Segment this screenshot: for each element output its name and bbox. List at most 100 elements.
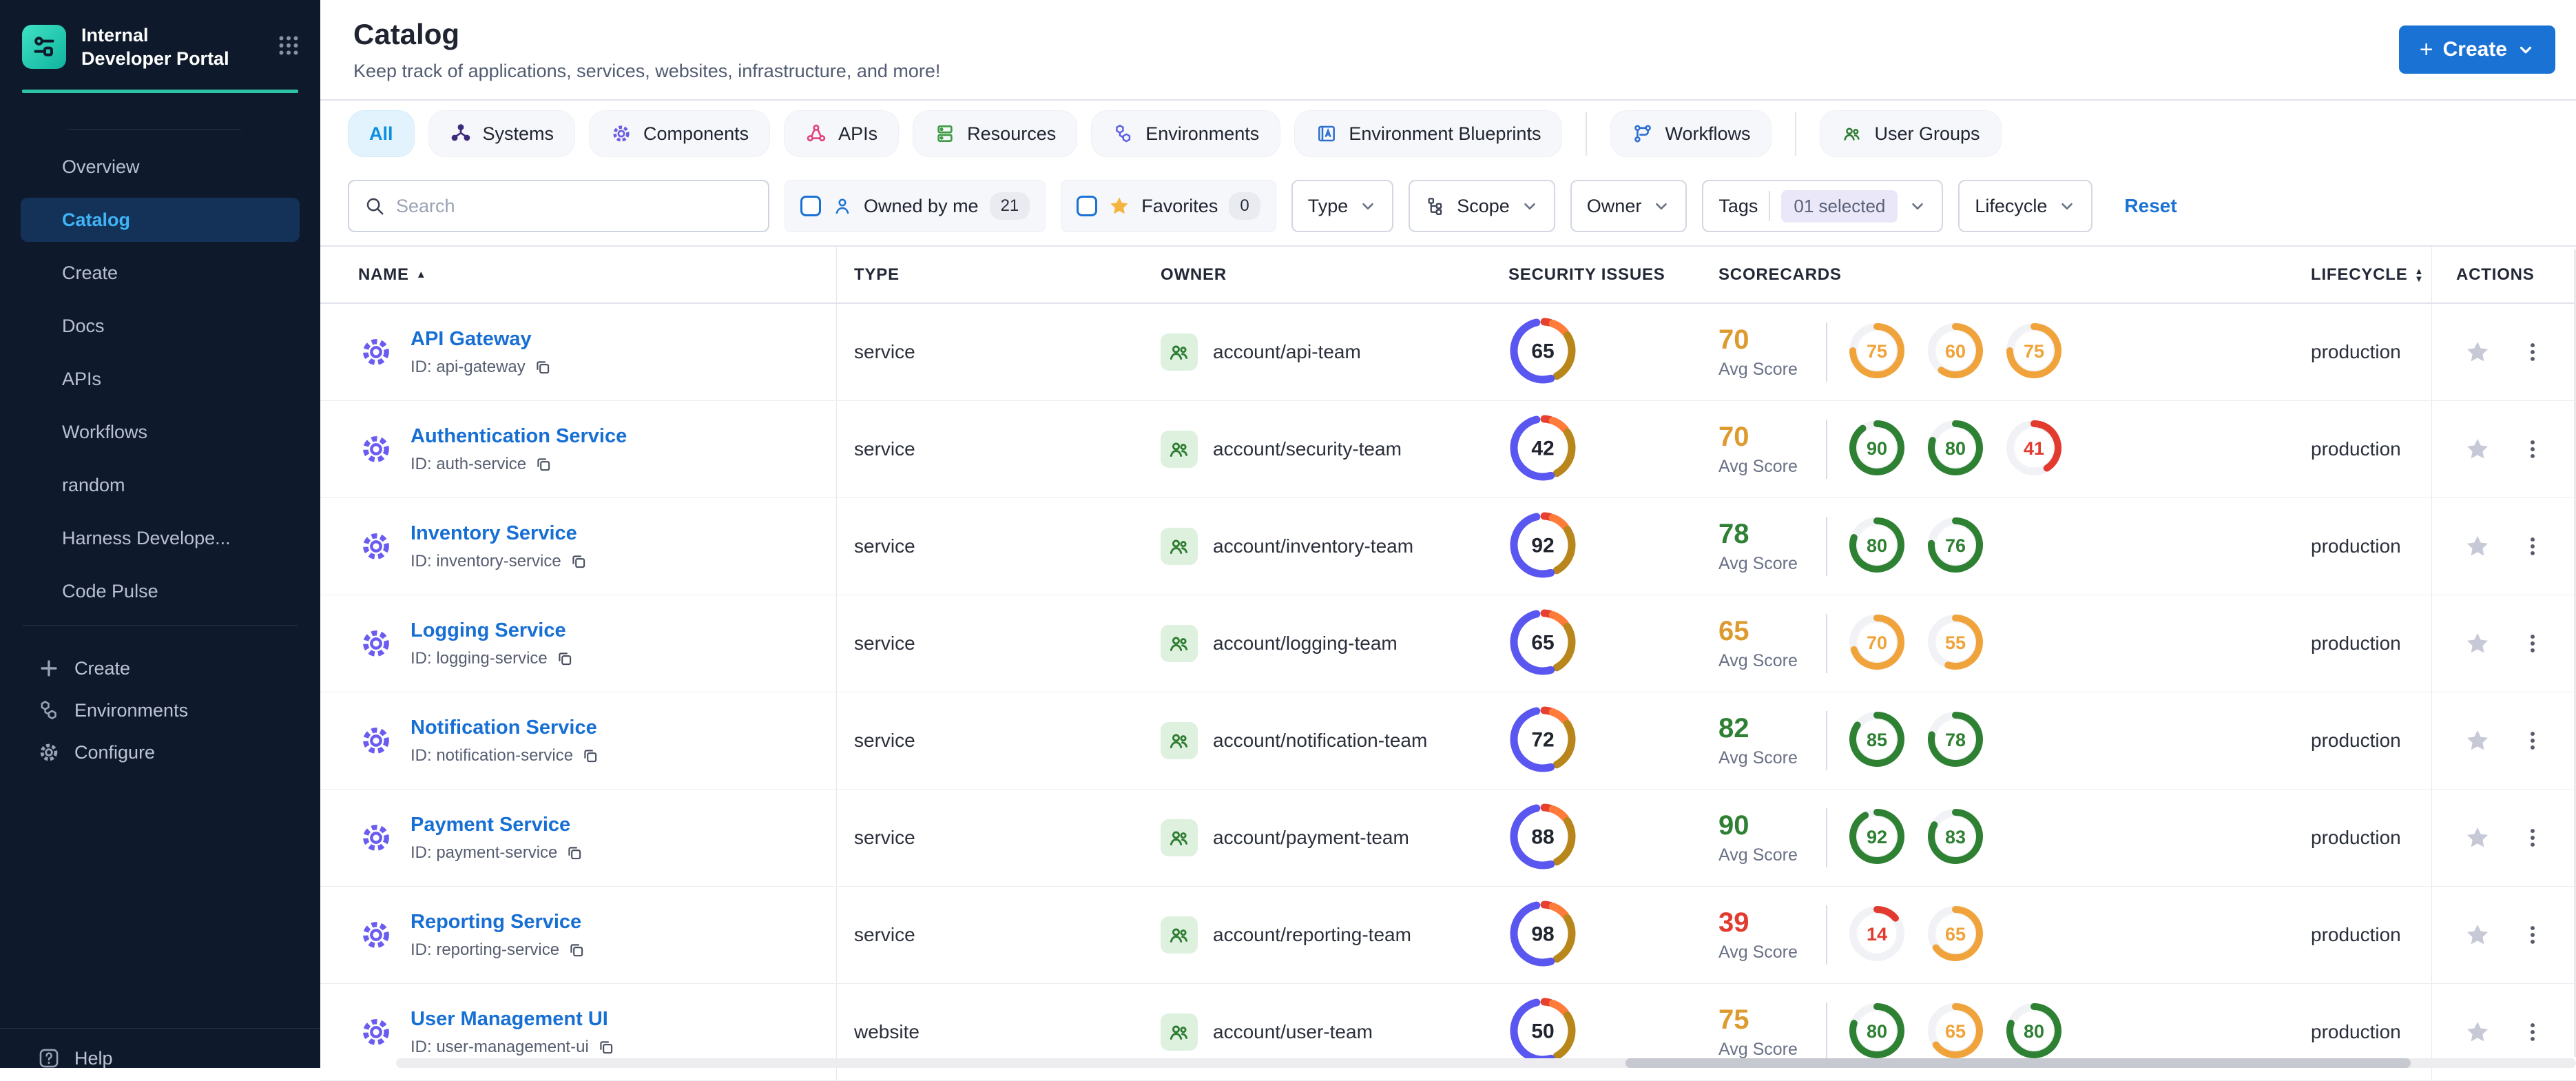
tab-user-groups[interactable]: User Groups — [1820, 110, 2002, 157]
kebab-menu-icon[interactable] — [2521, 826, 2544, 850]
filter-dropdown-lifecycle[interactable]: Lifecycle — [1958, 180, 2093, 232]
column-header-label: ACTIONS — [2456, 265, 2535, 284]
svg-text:85: 85 — [1867, 730, 1887, 750]
svg-text:65: 65 — [1945, 924, 1966, 945]
tab-all[interactable]: All — [348, 110, 415, 157]
component-gear-icon — [358, 626, 394, 661]
entity-name-link[interactable]: Reporting Service — [411, 911, 585, 934]
favorite-star-icon[interactable] — [2464, 728, 2491, 754]
favorite-star-icon[interactable] — [2464, 533, 2491, 559]
lifecycle-value: production — [2311, 1021, 2401, 1042]
owner-cell: account/security-team — [1143, 401, 1488, 497]
search-icon — [364, 196, 385, 216]
owned-by-me-filter[interactable]: Owned by me 21 — [785, 180, 1046, 232]
sidebar-item-help[interactable]: Help — [0, 1028, 320, 1068]
sidebar-item-random[interactable]: random — [21, 463, 300, 507]
copy-icon[interactable] — [597, 1038, 615, 1056]
favorite-star-icon[interactable] — [2464, 436, 2491, 462]
kebab-menu-icon[interactable] — [2521, 437, 2544, 461]
sidebar-item-apis[interactable]: APIs — [21, 357, 300, 401]
favorite-star-icon[interactable] — [2464, 825, 2491, 851]
divider — [1826, 517, 1827, 576]
avg-score-value: 70 — [1718, 422, 1749, 452]
sidebar-item-overview[interactable]: Overview — [21, 145, 300, 189]
kebab-menu-icon[interactable] — [2521, 1020, 2544, 1044]
tab-components[interactable]: Components — [589, 110, 771, 157]
entity-id-text: ID: reporting-service — [411, 940, 560, 959]
copy-icon[interactable] — [534, 358, 552, 376]
svg-text:90: 90 — [1867, 438, 1887, 459]
entity-name-link[interactable]: Notification Service — [411, 717, 599, 739]
sidebar-item-environments[interactable]: Environments — [21, 691, 300, 730]
divider — [1826, 808, 1827, 867]
column-header-owner: OWNER — [1143, 247, 1488, 302]
scorecards-cell: 39 Avg Score 14 65 — [1701, 887, 2294, 983]
copy-icon[interactable] — [534, 455, 552, 473]
kebab-menu-icon[interactable] — [2521, 535, 2544, 558]
owned-by-me-count: 21 — [989, 192, 1030, 220]
favorite-star-icon[interactable] — [2464, 1019, 2491, 1045]
sidebar-item-create[interactable]: Create — [21, 251, 300, 295]
avg-score-label: Avg Score — [1718, 943, 1798, 962]
sidebar-item-docs[interactable]: Docs — [21, 304, 300, 348]
sidebar-item-catalog[interactable]: Catalog — [21, 198, 300, 242]
entity-name-link[interactable]: Authentication Service — [411, 425, 627, 448]
horizontal-scrollbar-thumb[interactable] — [1625, 1058, 2411, 1068]
copy-icon[interactable] — [581, 747, 599, 765]
favorite-star-icon[interactable] — [2464, 922, 2491, 948]
favorite-star-icon[interactable] — [2464, 630, 2491, 657]
entity-name-link[interactable]: User Management UI — [411, 1008, 615, 1031]
favorites-filter[interactable]: Favorites 0 — [1061, 180, 1276, 232]
favorite-star-icon[interactable] — [2464, 339, 2491, 365]
sidebar-item-code-pulse[interactable]: Code Pulse — [21, 569, 300, 613]
copy-icon[interactable] — [556, 650, 574, 668]
filter-dropdown-owner[interactable]: Owner — [1570, 180, 1687, 232]
tab-environments[interactable]: Environments — [1091, 110, 1281, 157]
entity-name-link[interactable]: Payment Service — [411, 814, 583, 836]
sidebar-item-workflows[interactable]: Workflows — [21, 410, 300, 454]
column-header-label: SCORECARDS — [1718, 265, 1842, 284]
filter-dropdown-type[interactable]: Type — [1291, 180, 1394, 232]
create-button[interactable]: + Create — [2398, 25, 2555, 74]
tab-environment-blueprints[interactable]: Environment Blueprints — [1294, 110, 1563, 157]
tab-workflows[interactable]: Workflows — [1610, 110, 1772, 157]
tab-apis[interactable]: APIs — [784, 110, 900, 157]
kebab-menu-icon[interactable] — [2521, 729, 2544, 752]
column-header-lifecycle[interactable]: LIFECYCLE ▲ ▼ — [2294, 247, 2431, 302]
kebab-menu-icon[interactable] — [2521, 632, 2544, 655]
svg-text:92: 92 — [1531, 534, 1554, 557]
type-cell: service — [837, 498, 1143, 595]
column-header-label: LIFECYCLE ▲ ▼ — [2311, 265, 2424, 284]
copy-icon[interactable] — [570, 553, 588, 570]
entity-name-link[interactable]: Logging Service — [411, 619, 574, 642]
sidebar-item-harness-develope[interactable]: Harness Develope... — [21, 516, 300, 560]
entity-name-link[interactable]: Inventory Service — [411, 522, 588, 545]
entity-id: ID: user-management-ui — [411, 1038, 615, 1057]
search-input[interactable] — [396, 195, 753, 217]
column-header-name[interactable]: NAME ▲ — [320, 247, 837, 302]
entity-name-link[interactable]: API Gateway — [411, 328, 552, 351]
copy-icon[interactable] — [568, 941, 585, 959]
tab-label: Environment Blueprints — [1349, 123, 1541, 144]
sidebar-item-create[interactable]: Create — [21, 649, 300, 688]
tab-resources[interactable]: Resources — [913, 110, 1078, 157]
sidebar-item-configure[interactable]: Configure — [21, 733, 300, 772]
team-icon — [1161, 625, 1198, 662]
tab-systems[interactable]: Systems — [428, 110, 576, 157]
filter-dropdown-scope[interactable]: Scope — [1409, 180, 1555, 232]
security-issues-donut: 98 — [1508, 899, 1577, 971]
sidebar-item-label: Docs — [62, 315, 105, 336]
lifecycle-cell: production — [2294, 401, 2431, 497]
app-switcher-grid-icon[interactable] — [276, 33, 301, 61]
copy-icon[interactable] — [565, 844, 583, 862]
avg-score: 70 Avg Score — [1718, 422, 1807, 477]
kebab-menu-icon[interactable] — [2521, 923, 2544, 947]
kebab-menu-icon[interactable] — [2521, 340, 2544, 364]
actions-cell — [2431, 790, 2576, 886]
favorites-checkbox[interactable] — [1077, 196, 1098, 216]
filter-dropdown-tags[interactable]: Tags 01 selected — [1702, 180, 1944, 232]
owned-by-me-checkbox[interactable] — [800, 196, 821, 216]
svg-text:14: 14 — [1867, 924, 1887, 945]
reset-filters-button[interactable]: Reset — [2124, 195, 2177, 217]
scorecard-ring: 41 — [2004, 418, 2064, 482]
